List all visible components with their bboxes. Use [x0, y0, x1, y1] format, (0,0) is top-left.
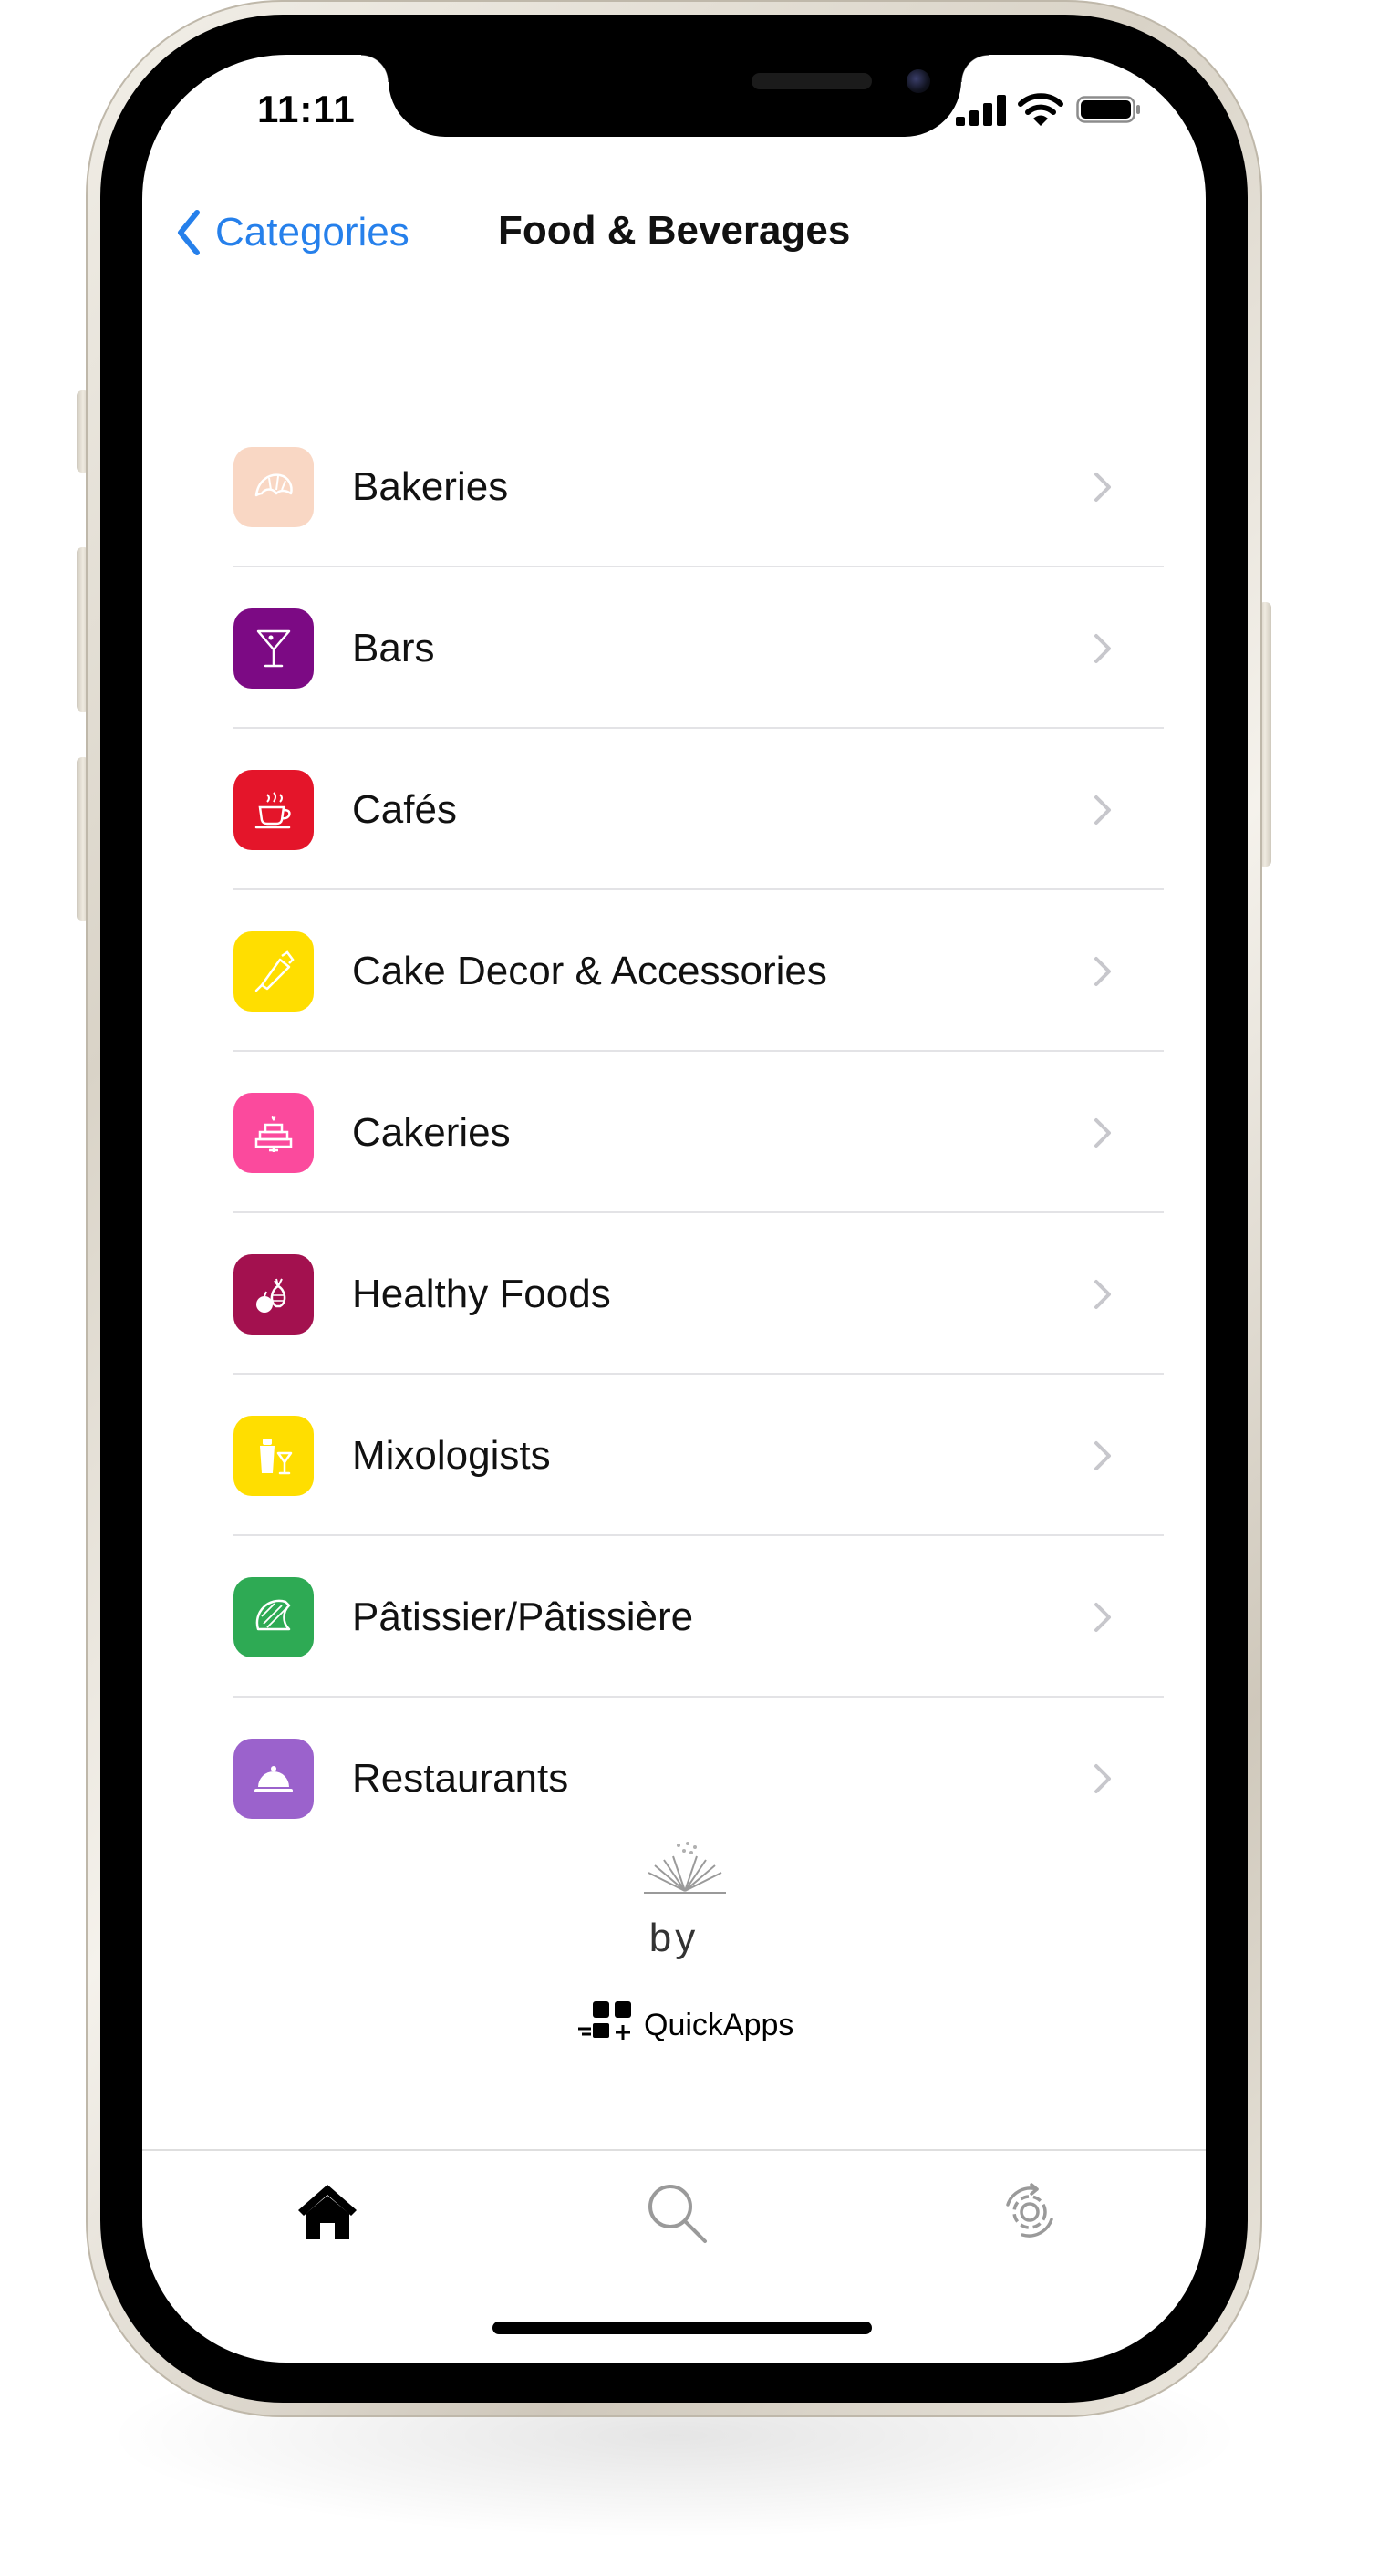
category-row-cafes[interactable]: Cafés [233, 729, 1164, 890]
status-time: 11:11 [257, 88, 356, 130]
speaker-grille [752, 73, 872, 89]
chevron-right-icon [1094, 472, 1111, 502]
category-label: Restaurants [352, 1755, 569, 1801]
category-row-restaurants[interactable]: Restaurants [233, 1698, 1164, 1859]
category-row-bars[interactable]: Bars [233, 567, 1164, 729]
category-row-healthy-foods[interactable]: Healthy Foods [233, 1213, 1164, 1375]
notch [361, 55, 989, 137]
category-label: Cafés [352, 786, 457, 832]
pastry-icon [233, 1576, 314, 1657]
front-camera [907, 69, 930, 93]
quickapps-brand: QuickApps [575, 1998, 793, 2052]
settings-icon [1006, 2183, 1053, 2238]
cocktail-glass-icon [233, 608, 314, 689]
home-indicator[interactable] [492, 2322, 872, 2334]
category-row-cake-decor[interactable]: Cake Decor & Accessories [233, 890, 1164, 1052]
wifi-icon [1018, 93, 1063, 126]
open-book-logo-icon [644, 1842, 726, 1894]
category-label: Cake Decor & Accessories [352, 948, 827, 993]
category-row-mixologists[interactable]: Mixologists [233, 1375, 1164, 1536]
chevron-right-icon [1094, 956, 1111, 986]
croissant-icon [233, 446, 314, 527]
category-label: Mixologists [352, 1432, 551, 1478]
tiered-cake-icon [233, 1092, 314, 1173]
back-label: Categories [215, 210, 409, 254]
coffee-cup-icon [233, 769, 314, 850]
cloche-icon [233, 1738, 314, 1819]
cellular-signal-icon [956, 95, 1006, 126]
category-row-bakeries[interactable]: Bakeries [233, 406, 1164, 567]
tab-home[interactable] [286, 2171, 368, 2253]
tab-search[interactable] [635, 2171, 717, 2253]
category-row-cakeries[interactable]: Cakeries [233, 1052, 1164, 1213]
category-label: Bars [352, 625, 435, 670]
chevron-right-icon [1094, 1440, 1111, 1470]
page-title: Food & Beverages [498, 208, 851, 253]
back-button[interactable]: Categories [175, 201, 409, 265]
chevron-right-icon [1094, 1602, 1111, 1632]
chevron-right-icon [1094, 795, 1111, 825]
chevron-right-icon [1094, 633, 1111, 663]
chevron-right-icon [1094, 1117, 1111, 1148]
phone-screen: 11:11 Categories Food & Beverages Bakeri… [142, 55, 1206, 2363]
tab-settings[interactable] [989, 2171, 1071, 2253]
chevron-right-icon [1094, 1279, 1111, 1309]
tab-bar-divider [142, 2149, 1206, 2151]
battery-icon [1076, 96, 1140, 123]
category-label: Cakeries [352, 1109, 511, 1155]
chevron-left-icon [178, 210, 200, 255]
category-list: Bakeries Bars Cafés Cake Decor & Accesso… [233, 406, 1164, 1859]
shaker-icon [233, 1415, 314, 1496]
footer-by-text: by [648, 1916, 700, 1960]
quickapps-brand-name: QuickApps [644, 2007, 794, 2042]
category-label: Healthy Foods [352, 1271, 611, 1316]
fruit-icon [233, 1253, 314, 1335]
home-icon [298, 2185, 357, 2239]
category-row-patissier[interactable]: Pâtissier/Pâtissière [233, 1536, 1164, 1698]
search-icon [648, 2185, 707, 2243]
chevron-right-icon [1094, 1763, 1111, 1793]
piping-bag-icon [233, 930, 314, 1012]
quickapps-logo-icon [578, 2001, 631, 2040]
category-label: Bakeries [352, 463, 509, 509]
category-label: Pâtissier/Pâtissière [352, 1594, 694, 1639]
